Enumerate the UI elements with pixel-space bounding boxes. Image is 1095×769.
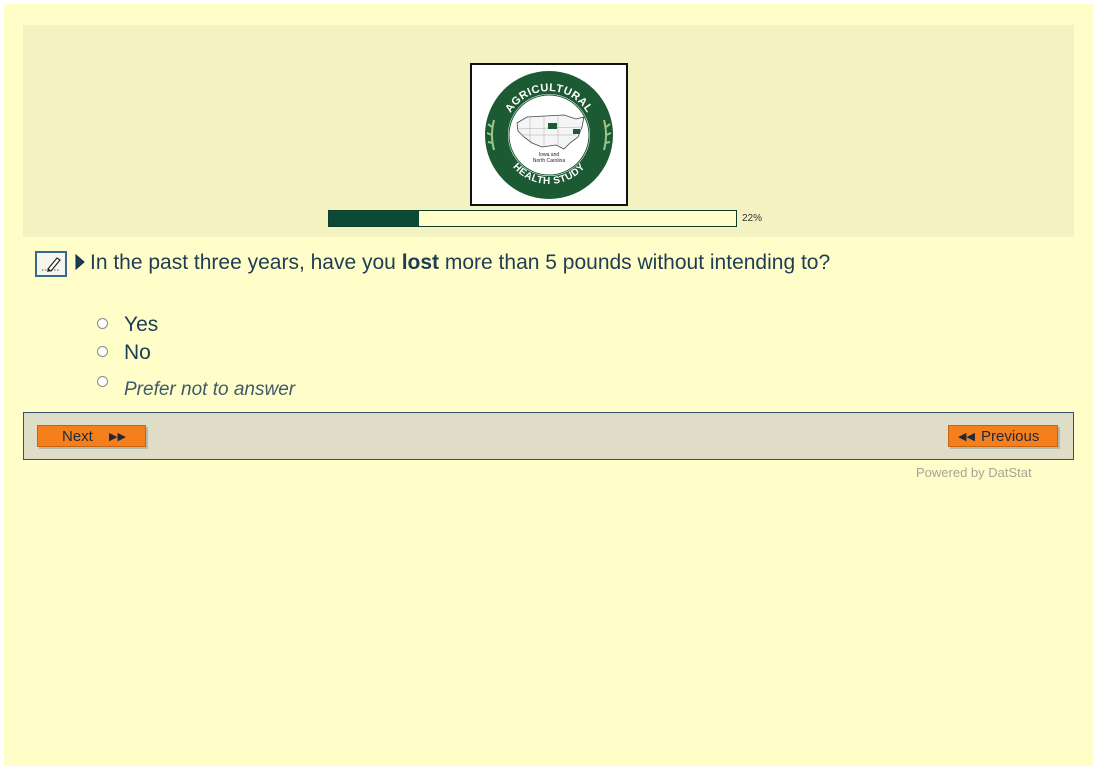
question-text: In the past three years, have you lost m… <box>90 251 830 275</box>
option-yes-label[interactable]: Yes <box>124 313 158 337</box>
logo-seal-icon: Iowa and North Carolina AGRICULTURAL HEA… <box>485 71 613 199</box>
progress-percent: 22% <box>742 213 763 224</box>
study-logo: Iowa and North Carolina AGRICULTURAL HEA… <box>470 63 628 206</box>
option-no-label[interactable]: No <box>124 341 151 365</box>
powered-by-text[interactable]: Powered by DatStat <box>916 465 1032 480</box>
progress-bar <box>328 210 737 227</box>
question-text-before: In the past three years, have you <box>90 251 402 274</box>
previous-button-label: Previous <box>981 428 1040 445</box>
question-text-after: more than 5 pounds without intending to? <box>439 251 831 274</box>
navigation-bar: Next ▶▶ ◀◀ Previous <box>23 412 1074 460</box>
logo-center-text-2: North Carolina <box>533 158 565 164</box>
survey-header: Iowa and North Carolina AGRICULTURAL HEA… <box>23 25 1074 237</box>
option-prefer-not-label[interactable]: Prefer not to answer <box>124 379 295 401</box>
pencil-edit-icon[interactable] <box>35 251 67 277</box>
question-text-bold: lost <box>401 251 440 274</box>
radio-yes[interactable] <box>97 318 108 329</box>
triangle-right-icon <box>75 254 85 270</box>
next-button-label: Next <box>62 428 93 445</box>
survey-page: Iowa and North Carolina AGRICULTURAL HEA… <box>4 4 1093 766</box>
progress-bar-fill <box>329 211 419 226</box>
radio-prefer-not[interactable] <box>97 376 108 387</box>
previous-button[interactable]: ◀◀ Previous <box>948 425 1058 447</box>
double-chevron-left-icon: ◀◀ <box>958 431 975 443</box>
next-button[interactable]: Next ▶▶ <box>37 425 146 447</box>
radio-no[interactable] <box>97 346 108 357</box>
double-chevron-right-icon: ▶▶ <box>109 431 126 443</box>
